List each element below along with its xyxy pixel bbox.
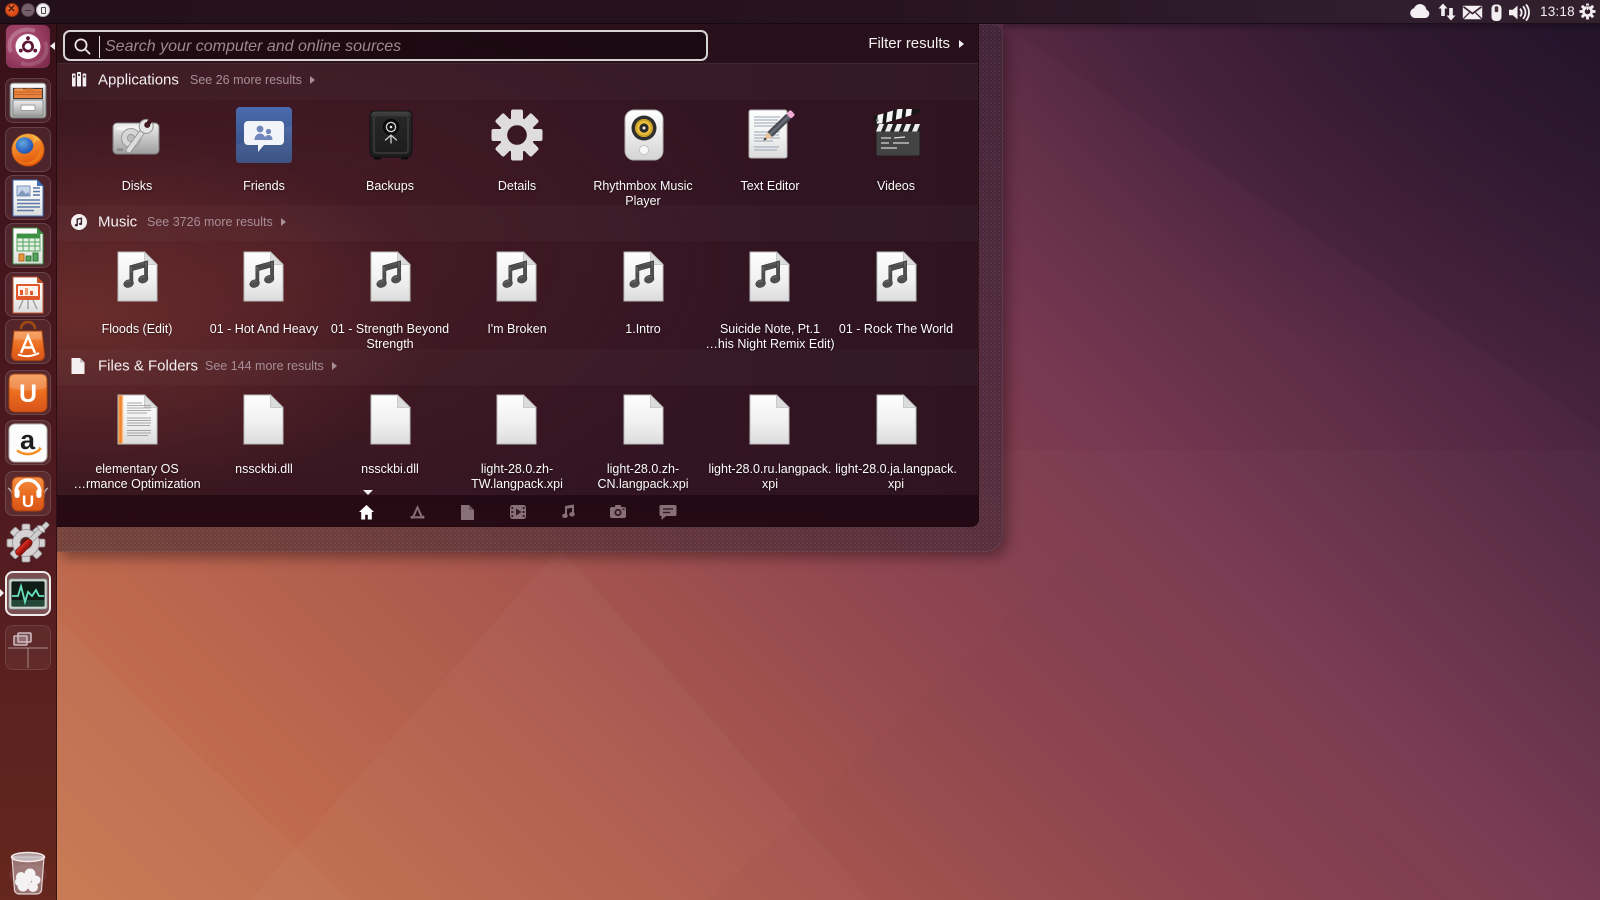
- svg-text:U: U: [22, 492, 34, 511]
- svg-text:U: U: [19, 380, 37, 408]
- svg-text:a: a: [20, 425, 36, 455]
